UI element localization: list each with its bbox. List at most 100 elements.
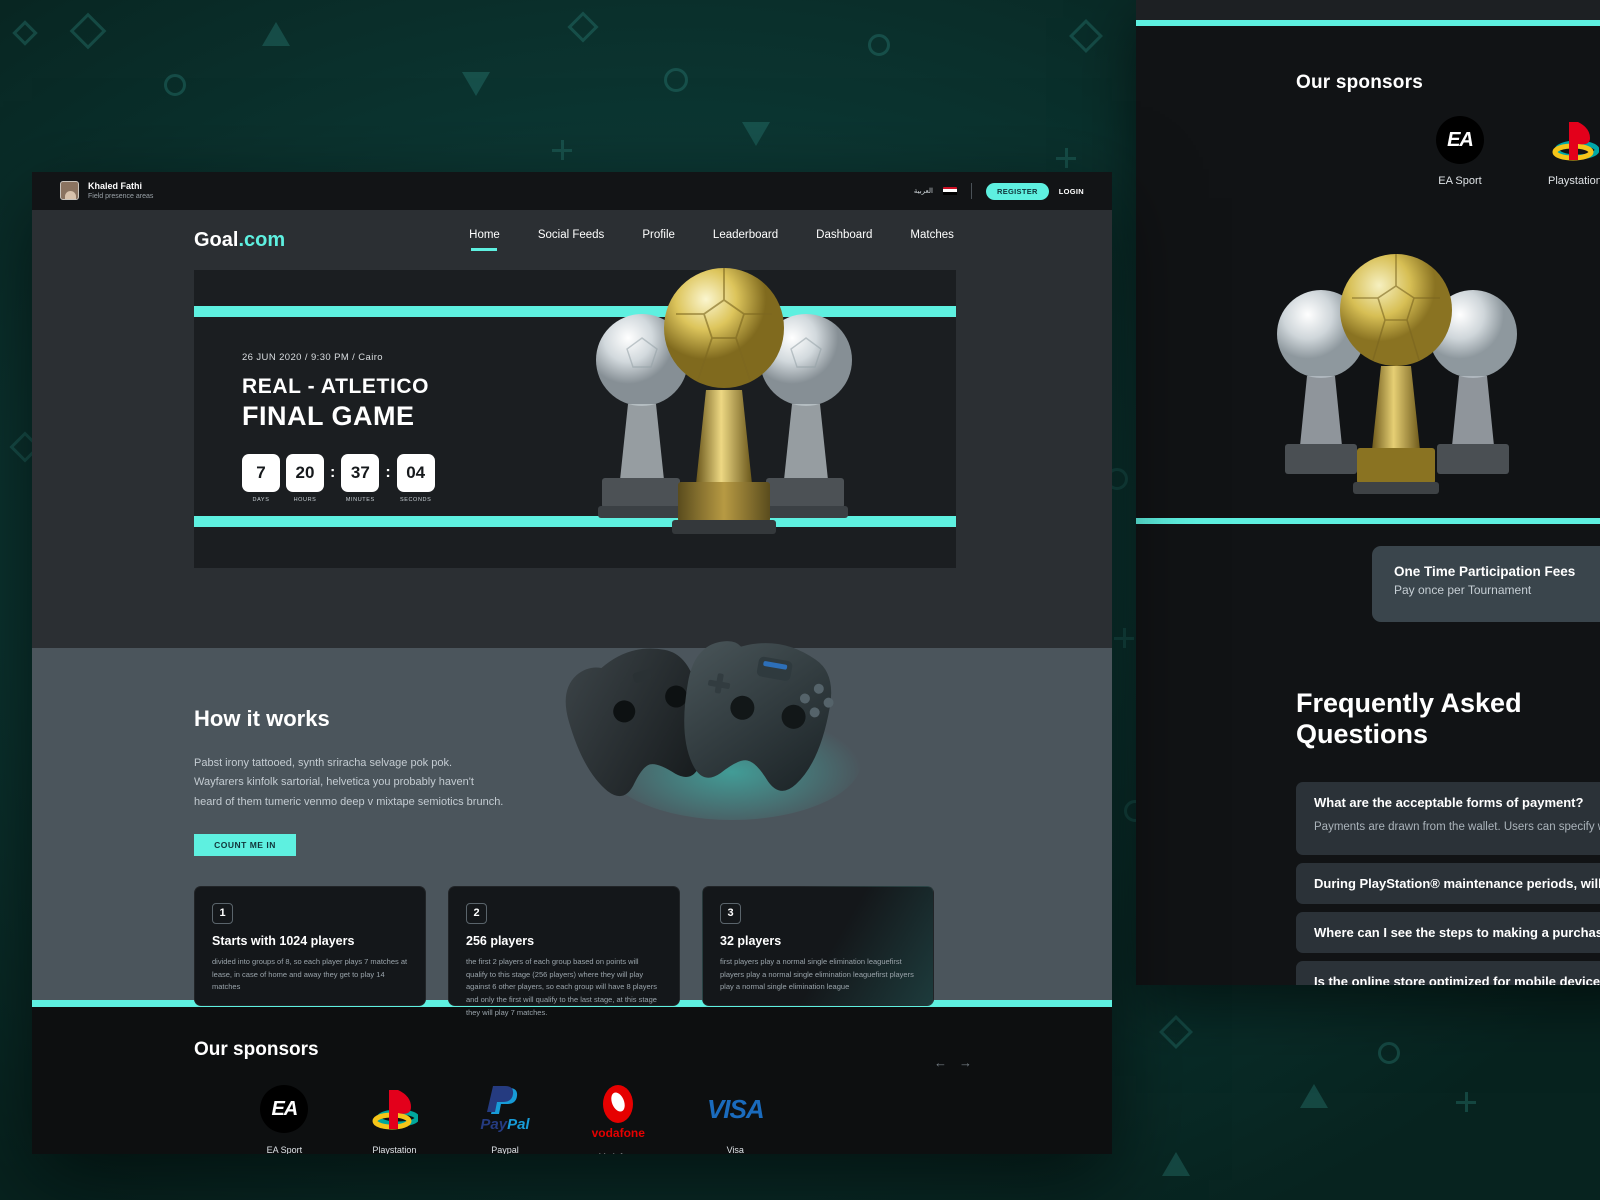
triangle-shape (1162, 1152, 1190, 1176)
register-button[interactable]: REGISTER (986, 182, 1049, 200)
faq-list: What are the acceptable forms of payment… (1296, 782, 1600, 985)
how-it-works-section: How it works Pabst irony tattooed, synth… (32, 641, 1112, 1017)
sponsor-visa[interactable]: VISA Visa (706, 1085, 765, 1155)
sponsors-section: Our sponsors ← → EA EA Sport Playstation… (32, 1007, 1112, 1154)
screenshot-stage: Our sponsors EA EA Sport Playstation One… (0, 0, 1600, 1200)
sponsor-vodafone[interactable]: vodafone Vodafone (592, 1085, 645, 1154)
step-card-3[interactable]: 3 32 players first players play a normal… (702, 885, 934, 1006)
right-sponsors-logos: EA EA Sport Playstation (1436, 116, 1600, 187)
triangle-shape (1300, 1084, 1328, 1108)
sponsor-label: Playstation (372, 1145, 417, 1154)
countdown-separator: : (330, 464, 336, 481)
step-title: 32 players (720, 933, 782, 948)
paypal-wordmark: PayPal (480, 1116, 529, 1133)
countdown-minutes: 37 MINUTES (341, 454, 380, 503)
playstation-logo-icon (370, 1085, 420, 1133)
hero-section: 26 JUN 2020 / 9:30 PM / Cairo REAL - ATL… (32, 268, 1112, 648)
site-logo[interactable]: Goal.com (194, 229, 285, 252)
cross-shape (1114, 628, 1134, 648)
site-logo-suffix: .com (238, 228, 286, 251)
step-title: Starts with 1024 players (212, 933, 355, 948)
countdown-hours: 20 HOURS (286, 454, 324, 503)
countdown-days-value: 7 (242, 454, 280, 492)
arrow-left-icon[interactable]: ← (934, 1055, 947, 1070)
step-card-2[interactable]: 2 256 players the first 2 players of eac… (448, 885, 680, 1017)
circle-shape (664, 68, 688, 92)
faq-question: What are the acceptable forms of payment… (1314, 795, 1584, 810)
step-card-1[interactable]: 1 Starts with 1024 players divided into … (194, 885, 426, 1006)
countdown-hours-label: HOURS (293, 497, 317, 503)
step-title: 256 players (466, 933, 535, 948)
login-button[interactable]: LOGIN (1059, 187, 1084, 196)
nav-item-home[interactable]: Home (469, 229, 500, 251)
sponsor-label: EA Sport (266, 1145, 303, 1154)
fee-card-subtitle: Pay once per Tournament (1394, 583, 1532, 597)
sponsor-playstation[interactable]: Playstation (370, 1085, 420, 1154)
faq-question: Is the online store optimized for mobile… (1314, 973, 1600, 985)
trophy-illustration (1277, 254, 1517, 494)
visa-wordmark: VISA (706, 1093, 765, 1124)
hero-copy: 26 JUN 2020 / 9:30 PM / Cairo REAL - ATL… (242, 352, 435, 503)
faq-question: Where can I see the steps to making a pu… (1314, 924, 1600, 940)
cross-shape (552, 140, 572, 160)
secondary-page-panel: Our sponsors EA EA Sport Playstation One… (1136, 0, 1600, 985)
sponsor-ea-sport[interactable]: EA EA Sport (260, 1085, 309, 1154)
diamond-shape (567, 11, 599, 43)
step-number: 1 (212, 902, 233, 924)
countdown-days-label: DAYS (252, 497, 270, 503)
countdown-seconds-value: 04 (396, 454, 435, 492)
vodafone-logo-icon: vodafone (592, 1085, 645, 1140)
vodafone-wordmark: vodafone (591, 1126, 645, 1140)
faq-item[interactable]: What are the acceptable forms of payment… (1296, 782, 1600, 855)
right-sponsors-section: Our sponsors EA EA Sport Playstation (1136, 26, 1600, 226)
user-bar: Khaled Fathi Field presence areas العربي… (32, 172, 1112, 210)
sponsor-paypal[interactable]: PayPal Paypal (480, 1085, 530, 1154)
triangle-shape (462, 72, 490, 96)
right-sponsors-heading: Our sponsors (1296, 72, 1423, 93)
vodafone-mark (603, 1085, 634, 1123)
playstation-logo-icon (1551, 116, 1600, 164)
countdown-seconds: 04 SECONDS (396, 454, 435, 503)
user-name: Khaled Fathi (88, 181, 143, 192)
user-bar-actions: العربية REGISTER LOGIN (914, 182, 1084, 200)
sponsor-ea-sport[interactable]: EA EA Sport (1436, 116, 1484, 187)
hero-trophy-illustration (566, 210, 886, 610)
sponsor-label: Vodafone (599, 1152, 637, 1154)
how-it-works-paragraph: Pabst irony tattooed, synth sriracha sel… (194, 757, 504, 808)
faq-item[interactable]: Where can I see the steps to making a pu… (1296, 911, 1600, 953)
countdown-separator: : (385, 464, 391, 481)
language-switch[interactable]: العربية (914, 187, 933, 195)
sponsors-carousel-controls: ← → (934, 1055, 972, 1070)
fee-card-title: One Time Participation Fees (1394, 564, 1576, 579)
diamond-shape (12, 20, 38, 46)
arrow-right-icon[interactable]: → (959, 1055, 972, 1070)
primary-page-panel: Khaled Fathi Field presence areas العربي… (32, 172, 1112, 1154)
sponsors-logos: EA EA Sport Playstation PayPal Paypal vo… (60, 1085, 964, 1154)
match-meta: 26 JUN 2020 / 9:30 PM / Cairo (242, 352, 383, 363)
user-identity[interactable]: Khaled Fathi Field presence areas (60, 180, 153, 202)
sponsor-playstation[interactable]: Playstation (1548, 116, 1600, 187)
participation-fee-card[interactable]: One Time Participation Fees Pay once per… (1372, 546, 1600, 622)
nav-item-matches[interactable]: Matches (910, 229, 953, 251)
countdown-minutes-value: 37 (341, 454, 380, 492)
right-trophy-hero (1136, 226, 1600, 518)
ea-logo-mark: EA (1447, 128, 1474, 151)
faq-item[interactable]: During PlayStation® maintenance periods,… (1296, 862, 1600, 904)
avatar (60, 181, 79, 201)
step-number: 2 (466, 902, 487, 924)
countdown-seconds-label: SECONDS (399, 497, 432, 503)
ea-logo-icon: EA (1436, 116, 1484, 164)
faq-item[interactable]: Is the online store optimized for mobile… (1296, 960, 1600, 985)
divider (971, 183, 972, 199)
faq-heading: Frequently Asked Questions (1296, 688, 1522, 749)
faq-section: Frequently Asked Questions What are the … (1136, 644, 1600, 985)
countdown-timer: 7 DAYS 20 HOURS : 37 MINUTES : 04 SECOND… (242, 454, 435, 503)
circle-shape (164, 74, 186, 96)
how-it-works-inner: How it works Pabst irony tattooed, synth… (194, 641, 1084, 1017)
countdown-minutes-label: MINUTES (345, 497, 375, 503)
match-teams: REAL - ATLETICO (242, 375, 430, 398)
step-description: first players play a normal single elimi… (720, 956, 914, 992)
diamond-shape (69, 12, 107, 50)
count-me-in-button[interactable]: COUNT ME IN (194, 833, 296, 856)
paypal-wordmark-a: Pay (480, 1116, 508, 1133)
